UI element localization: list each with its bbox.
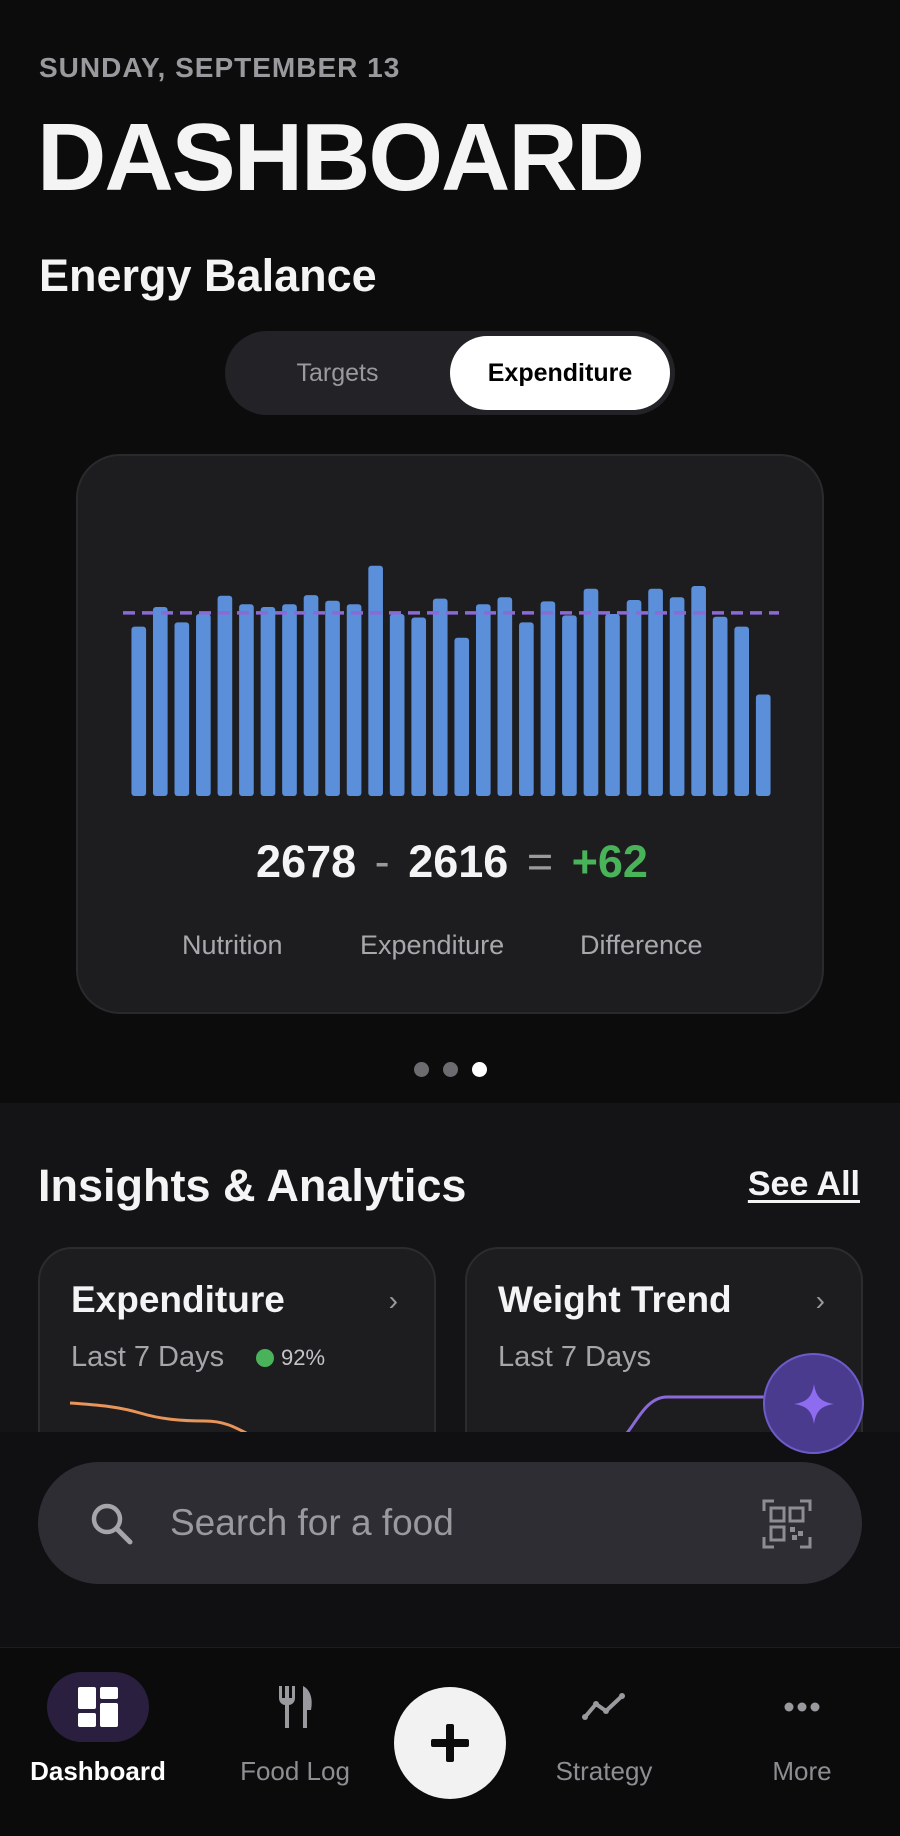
chart-bar bbox=[475, 604, 491, 796]
chart-bar bbox=[325, 600, 340, 796]
search-area bbox=[0, 1432, 900, 1647]
sparkle-icon bbox=[793, 1383, 834, 1424]
insights-title: Insights & Analytics bbox=[38, 1160, 467, 1211]
chart-bar bbox=[282, 604, 297, 796]
tab-strategy[interactable]: Strategy bbox=[514, 1672, 694, 1787]
chart-bar bbox=[346, 604, 362, 796]
fork-knife-icon bbox=[279, 1686, 312, 1728]
date-label: SUNDAY, SEPTEMBER 13 bbox=[39, 52, 401, 83]
view-toggle: Targets Expenditure bbox=[225, 331, 675, 415]
tab-food-log[interactable]: Food Log bbox=[205, 1672, 385, 1787]
tab-more[interactable]: More bbox=[712, 1672, 892, 1787]
chart-bar bbox=[389, 614, 405, 796]
pager-dot-active[interactable] bbox=[472, 1062, 487, 1077]
chart-bar bbox=[260, 607, 276, 796]
chart-bar bbox=[626, 600, 642, 796]
search-input[interactable] bbox=[170, 1462, 730, 1584]
food-search-bar[interactable] bbox=[38, 1462, 862, 1584]
insights-section: Insights & Analytics See All Expenditure… bbox=[0, 1103, 900, 1467]
tab-label: Strategy bbox=[555, 1756, 653, 1786]
difference-value: +62 bbox=[571, 836, 648, 887]
chart-bar bbox=[648, 588, 663, 796]
chart-bar bbox=[562, 615, 577, 796]
trend-line-icon bbox=[582, 1693, 625, 1720]
chart-bar bbox=[303, 595, 319, 796]
expenditure-label: Expenditure bbox=[360, 930, 505, 960]
expenditure-value: 2616 bbox=[408, 836, 509, 887]
plus-icon bbox=[431, 1724, 469, 1762]
chart-bar bbox=[755, 694, 771, 796]
minus-sign: - bbox=[374, 836, 390, 887]
segment-expenditure[interactable]: Expenditure bbox=[450, 336, 670, 410]
chart-bar bbox=[131, 626, 147, 796]
energy-balance-title: Energy Balance bbox=[39, 250, 377, 301]
chart-bar bbox=[583, 588, 599, 796]
segment-targets[interactable]: Targets bbox=[230, 336, 445, 410]
energy-balance-card[interactable]: 2678 - 2616 = +62 Nutrition Expenditure … bbox=[76, 454, 824, 1014]
search-icon bbox=[91, 1503, 133, 1545]
chart-bar bbox=[368, 565, 383, 796]
chart-bar bbox=[152, 607, 168, 796]
ai-assistant-button[interactable] bbox=[763, 1353, 864, 1454]
chart-bar bbox=[540, 601, 556, 796]
tab-label: Food Log bbox=[240, 1756, 350, 1786]
chart-bar bbox=[174, 622, 190, 796]
equals-sign: = bbox=[526, 836, 554, 887]
chart-bar bbox=[217, 595, 233, 796]
chart-bar bbox=[454, 637, 470, 796]
chart-bar bbox=[519, 622, 534, 796]
chart-bar bbox=[411, 617, 427, 796]
dashboard-header-area: SUNDAY, SEPTEMBER 13 DASHBOARD Energy Ba… bbox=[0, 0, 900, 1103]
nutrition-value: 2678 bbox=[256, 836, 357, 887]
expenditure-bar-chart bbox=[123, 565, 779, 796]
chart-bar bbox=[669, 597, 685, 796]
tab-label: Dashboard bbox=[30, 1756, 166, 1786]
bottom-tab-bar: Dashboard Food Log Strategy More bbox=[0, 1647, 900, 1836]
chart-bar bbox=[734, 626, 750, 796]
chart-bar bbox=[605, 614, 620, 796]
chart-bar bbox=[712, 616, 728, 796]
tab-dashboard[interactable]: Dashboard bbox=[8, 1672, 188, 1787]
tab-label: More bbox=[772, 1756, 832, 1786]
pager-dot[interactable] bbox=[443, 1062, 458, 1077]
energy-equation: 2678 - 2616 = +62 bbox=[78, 836, 826, 888]
pager-dot[interactable] bbox=[414, 1062, 429, 1077]
chart-bar bbox=[196, 614, 211, 796]
difference-label: Difference bbox=[580, 930, 703, 960]
nutrition-label: Nutrition bbox=[182, 930, 283, 960]
add-entry-button[interactable] bbox=[394, 1687, 506, 1799]
chart-bar bbox=[239, 604, 254, 796]
carousel-pager[interactable] bbox=[414, 1062, 487, 1077]
chart-bar bbox=[432, 598, 448, 796]
page-title: DASHBOARD bbox=[37, 104, 645, 211]
barcode-scan-icon[interactable] bbox=[762, 1499, 812, 1549]
chart-bar bbox=[691, 586, 706, 796]
chart-bar bbox=[497, 597, 513, 796]
ellipsis-icon bbox=[784, 1702, 820, 1712]
dashboard-icon bbox=[78, 1687, 118, 1727]
see-all-link[interactable]: See All bbox=[748, 1165, 860, 1204]
